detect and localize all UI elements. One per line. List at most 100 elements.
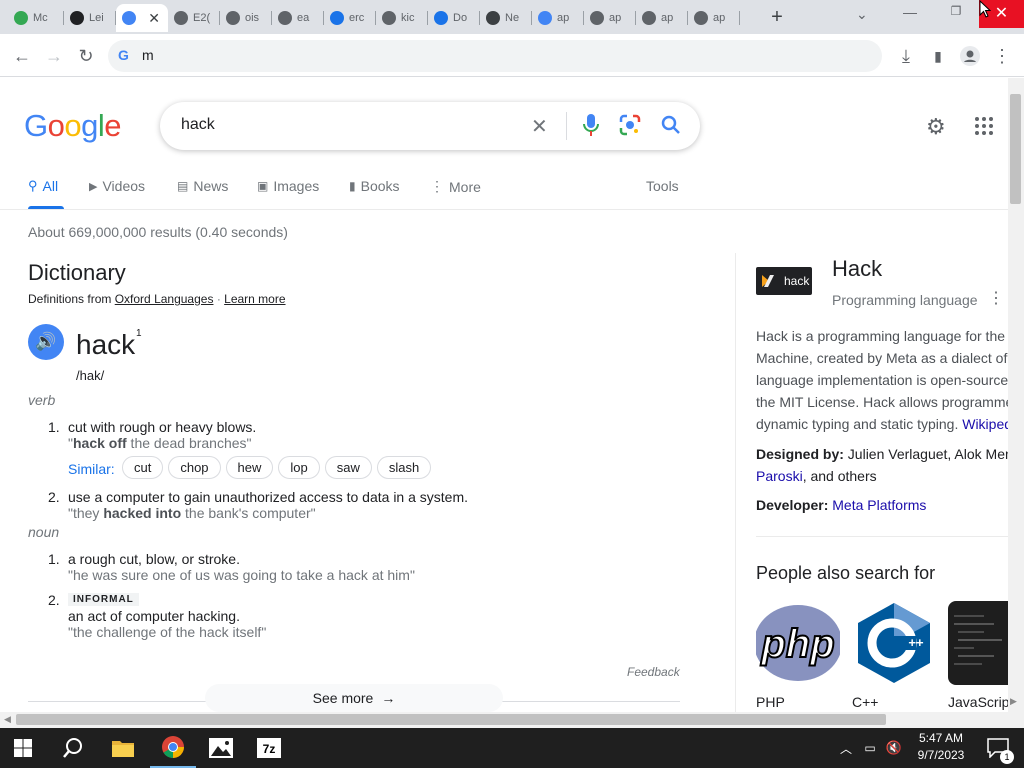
browser-tab[interactable]: Do	[428, 4, 480, 32]
reload-icon[interactable]: ↻	[74, 44, 98, 68]
tab-label: erc	[349, 12, 365, 24]
vertical-scroll-thumb[interactable]	[1010, 94, 1021, 204]
lens-search-icon[interactable]	[619, 114, 641, 141]
tab-label: ea	[297, 12, 310, 24]
similar-chip[interactable]: saw	[324, 456, 372, 479]
mouse-cursor-icon	[979, 0, 992, 23]
tab-favicon-icon	[434, 11, 448, 25]
kp-desc-line: Machine, created by Meta as a dialect of	[756, 350, 1008, 366]
clear-search-icon[interactable]: ✕	[531, 114, 548, 139]
file-explorer-icon[interactable]	[100, 728, 146, 768]
verb-example-2: "they hacked into the bank's computer"	[68, 505, 316, 521]
apps-grid-icon[interactable]	[974, 116, 994, 141]
minimize-button[interactable]: —	[900, 4, 920, 24]
new-tab-button[interactable]: +	[766, 6, 788, 29]
learn-more-link[interactable]: Learn more	[224, 292, 285, 306]
address-bar[interactable]	[108, 40, 882, 72]
definitions-source: Definitions from Oxford Languages · Lear…	[28, 292, 286, 306]
back-icon[interactable]: ←	[10, 44, 34, 68]
similar-chip[interactable]: hew	[225, 456, 274, 479]
kp-description: Hack is a programming language for the M…	[756, 325, 1008, 435]
javascript-thumbnail[interactable]	[948, 601, 1008, 685]
noun-label: noun	[28, 524, 60, 540]
noun-def-2-number: 2.	[48, 592, 60, 608]
noun-example-1: "he was sure one of us was going to take…	[68, 567, 415, 583]
oxford-languages-link[interactable]: Oxford Languages	[115, 292, 214, 306]
browser-tab[interactable]: Lei	[64, 4, 116, 32]
dictionary-word-superscript: 1	[136, 328, 142, 339]
see-more-button[interactable]: See more →	[205, 684, 503, 712]
browser-tab[interactable]: ap	[584, 4, 636, 32]
profile-avatar-icon[interactable]	[958, 44, 982, 68]
scroll-left-icon[interactable]: ◀	[4, 714, 11, 725]
scroll-right-icon[interactable]: ▶	[1010, 696, 1017, 707]
tray-chevron-icon[interactable]: ︿	[836, 728, 856, 768]
browser-tab[interactable]: ✕	[116, 4, 168, 32]
tab-search-icon[interactable]: ⌄	[856, 6, 868, 23]
network-icon[interactable]: ▭	[860, 728, 880, 768]
designer-link[interactable]: Paroski	[756, 468, 803, 484]
taskbar-search-icon[interactable]	[50, 728, 96, 768]
browser-tab[interactable]: ea	[272, 4, 324, 32]
search-input[interactable]: hack	[181, 116, 215, 134]
kp-desc-line: the MIT License. Hack allows programme	[756, 394, 1008, 410]
browser-tab[interactable]: ap	[636, 4, 688, 32]
cpp-thumbnail[interactable]: ++	[852, 601, 936, 685]
start-windows-icon[interactable]	[0, 728, 46, 768]
settings-gear-icon[interactable]: ⚙	[926, 114, 946, 140]
browser-tab[interactable]: ap	[688, 4, 740, 32]
horizontal-scroll-thumb[interactable]	[16, 714, 886, 725]
side-panel-icon[interactable]: ▮	[926, 44, 950, 68]
voice-search-icon[interactable]	[580, 112, 602, 143]
tab-more[interactable]: ⋮ More	[430, 178, 481, 195]
developer-link[interactable]: Meta Platforms	[832, 497, 926, 513]
wikipedia-link[interactable]: Wikiped	[962, 416, 1008, 432]
people-label-php[interactable]: PHP	[756, 694, 785, 710]
source-separator: ·	[216, 292, 221, 306]
php-thumbnail[interactable]: php	[756, 601, 840, 685]
noun-example-2: "the challenge of the hack itself"	[68, 624, 267, 640]
feedback-link[interactable]: Feedback	[627, 665, 680, 679]
tab-more-label: More	[449, 178, 481, 195]
address-bar-text[interactable]: m	[142, 47, 154, 63]
tab-all[interactable]: ⚲ All	[28, 178, 58, 194]
browser-tab[interactable]: Mc	[8, 4, 64, 32]
tab-videos[interactable]: ▶ Videos	[89, 178, 145, 194]
forward-icon[interactable]: →	[42, 44, 66, 68]
browser-tab[interactable]: kic	[376, 4, 428, 32]
7zip-icon[interactable]: 7z	[246, 728, 292, 768]
arrow-right-icon: →	[381, 690, 396, 706]
close-tab-icon[interactable]: ✕	[148, 10, 160, 27]
pronounce-speaker-icon[interactable]: 🔊	[28, 324, 64, 360]
photos-icon[interactable]	[198, 728, 244, 768]
browser-tab[interactable]: ois	[220, 4, 272, 32]
tab-news[interactable]: ▤ News	[177, 178, 228, 194]
volume-muted-icon[interactable]: 🔇	[884, 728, 904, 768]
kp-more-icon[interactable]: ⋮	[988, 288, 1004, 308]
chrome-taskbar-icon[interactable]	[150, 728, 196, 768]
search-icon[interactable]	[660, 114, 682, 141]
download-icon[interactable]: ⤓	[894, 44, 918, 68]
tab-books[interactable]: ▮ Books	[349, 178, 400, 194]
browser-tab[interactable]: ap	[532, 4, 584, 32]
maximize-button[interactable]: ❐	[946, 4, 966, 24]
browser-tab[interactable]: Ne	[480, 4, 532, 32]
kp-title: Hack	[832, 256, 883, 281]
notifications-icon[interactable]: 1	[978, 728, 1018, 768]
clock[interactable]: 5:47 AM 9/7/2023	[914, 730, 968, 764]
similar-chip[interactable]: chop	[168, 456, 221, 479]
tools-button[interactable]: Tools	[646, 178, 679, 194]
tab-images[interactable]: ▣ Images	[257, 178, 319, 194]
similar-chip[interactable]: cut	[122, 456, 164, 479]
tab-all-label: All	[42, 178, 59, 194]
similar-chip[interactable]: lop	[278, 456, 320, 479]
google-logo[interactable]: Google	[24, 108, 122, 144]
browser-tab[interactable]: E2(	[168, 4, 220, 32]
logo-letter: o	[64, 108, 82, 143]
dictionary-title: Dictionary	[28, 260, 126, 285]
similar-chip[interactable]: slash	[376, 456, 432, 479]
browser-menu-icon[interactable]: ⋮	[990, 44, 1014, 68]
people-label-cpp[interactable]: C++	[852, 694, 878, 710]
browser-tab[interactable]: erc	[324, 4, 376, 32]
people-label-javascript[interactable]: JavaScrip	[948, 694, 1008, 710]
